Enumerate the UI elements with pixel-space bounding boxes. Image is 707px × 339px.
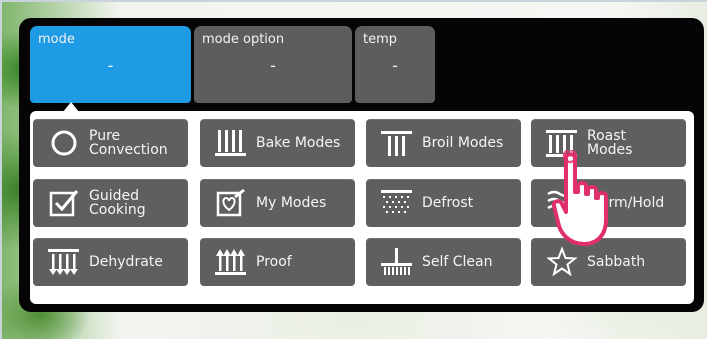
mode-guided-cooking-button[interactable]: Guided Cooking	[33, 179, 188, 227]
tab-temp-label: temp	[363, 32, 398, 47]
mode-label: Dehydrate	[89, 254, 163, 270]
heart-box-icon	[212, 184, 250, 222]
mode-pure-convection-button[interactable]: Pure Convection	[33, 119, 188, 167]
mode-my-modes-button[interactable]: My Modes	[200, 179, 355, 227]
circle-icon	[45, 124, 83, 162]
defrost-icon	[378, 184, 416, 222]
mode-label: Bake Modes	[256, 135, 341, 151]
tab-mode-option-label: mode option	[202, 32, 285, 47]
mode-defrost-button[interactable]: Defrost	[366, 179, 521, 227]
mode-broil-modes-button[interactable]: Broil Modes	[366, 119, 521, 167]
tab-mode[interactable]: mode -	[30, 26, 191, 103]
proof-icon	[212, 243, 250, 281]
mode-label: My Modes	[256, 195, 327, 211]
tab-mode-value: -	[107, 56, 114, 75]
mode-label: Defrost	[422, 195, 474, 211]
mode-proof-button[interactable]: Proof	[200, 238, 355, 286]
mode-dehydrate-button[interactable]: Dehydrate	[33, 238, 188, 286]
self-clean-icon	[378, 243, 416, 281]
pointing-hand-icon	[551, 150, 608, 246]
tab-mode-option-value: -	[270, 56, 276, 75]
tab-temp[interactable]: temp -	[355, 26, 435, 103]
mode-label: Pure Convection	[89, 128, 168, 158]
bake-icon	[212, 124, 250, 162]
tab-mode-option[interactable]: mode option -	[194, 26, 352, 103]
guided-cooking-icon	[45, 184, 83, 222]
dehydrate-icon	[45, 243, 83, 281]
mode-label: Self Clean	[422, 254, 493, 270]
mode-bake-modes-button[interactable]: Bake Modes	[200, 119, 355, 167]
mode-label: Broil Modes	[422, 135, 504, 151]
broil-icon	[378, 124, 416, 162]
mode-self-clean-button[interactable]: Self Clean	[366, 238, 521, 286]
mode-label: Sabbath	[587, 254, 646, 270]
mode-label: Proof	[256, 254, 292, 270]
mode-label: Guided Cooking	[89, 188, 146, 218]
tab-mode-label: mode	[38, 32, 75, 47]
tab-temp-value: -	[392, 56, 398, 75]
